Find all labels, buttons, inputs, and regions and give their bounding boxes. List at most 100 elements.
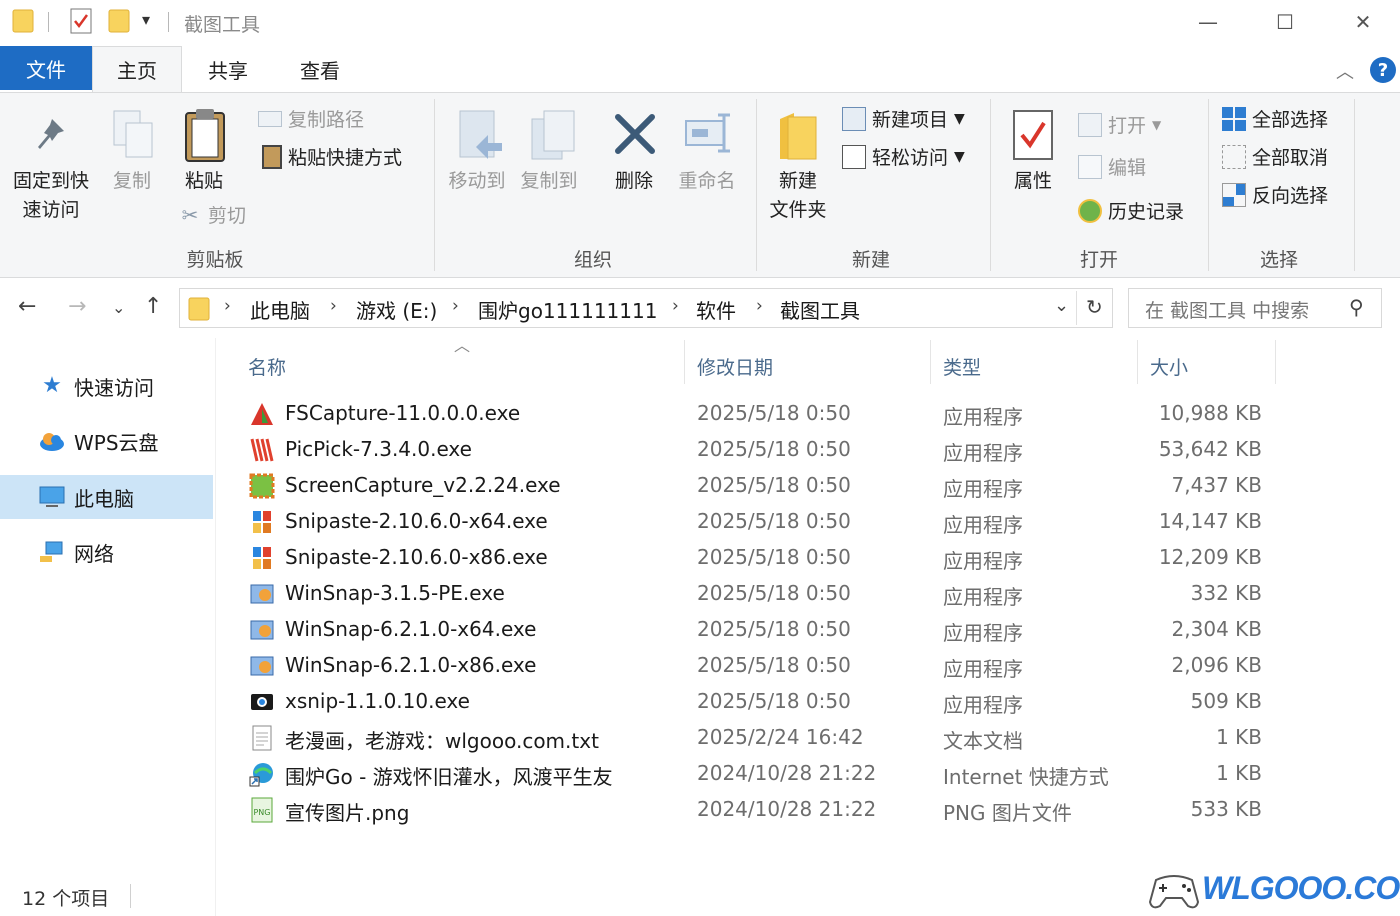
minimize-button[interactable]: — [1185,6,1231,38]
delete-button[interactable]: 删除 [610,167,658,196]
edit-label: 编辑 [1108,157,1147,179]
file-modified-date: 2024/10/28 21:22 [697,797,877,821]
breadcrumb-this-pc[interactable]: 此电脑 [250,295,310,324]
file-type: 应用程序 [943,621,1023,645]
pin-to-quick-access-button[interactable]: 固定到快 速访问 [6,167,96,225]
file-modified-date: 2025/5/18 0:50 [697,545,851,569]
breadcrumb-chevron-icon[interactable]: › [672,296,679,316]
back-arrow-icon[interactable]: ← [18,294,36,319]
navigation-bar: ← → ⌄ ↑ › 此电脑 › 游戏 (E:) › 围炉go111111111 … [0,280,1400,336]
folder-icon[interactable] [12,8,34,34]
navpane-item-network[interactable]: 网络 [0,530,213,574]
file-row[interactable]: WinSnap-6.2.1.0-x64.exe 2025/5/18 0:50 应用程… [240,612,1276,648]
file-name: PicPick-7.3.4.0.exe [285,437,472,461]
search-icon[interactable]: ⚲ [1349,295,1364,319]
dropdown-chevron-icon: ▼ [1152,117,1162,132]
recent-locations-chevron-icon[interactable]: ⌄ [112,298,125,317]
navpane-item-this-pc[interactable]: 此电脑 [0,475,213,519]
collapse-ribbon-chevron-icon[interactable]: ︿ [1336,58,1354,84]
tab-view[interactable]: 查看 [276,46,364,92]
copy-path-button[interactable]: 复制路径 [258,105,364,132]
cut-button[interactable]: ✂ 剪切 [178,201,246,228]
forward-arrow-icon[interactable]: → [68,294,86,319]
select-all-label: 全部选择 [1252,109,1329,131]
file-row[interactable]: PNG 宣传图片.png 2024/10/28 21:22 PNG 图片文件 533 K… [240,792,1276,828]
navpane-item-wps-cloud[interactable]: WPS云盘 [0,419,213,463]
file-row[interactable]: FSCapture-11.0.0.0.exe 2025/5/18 0:50 应用程序… [240,396,1276,432]
breadcrumb-chevron-icon[interactable]: › [224,296,231,316]
star-icon: ★ [42,373,62,398]
column-header-name[interactable]: 名称 [248,346,286,386]
new-item-button[interactable]: 新建项目 ▼ [842,105,965,132]
select-all-button[interactable]: 全部选择 [1222,105,1328,132]
easy-access-button[interactable]: 轻松访问 ▼ [842,143,965,170]
refresh-icon[interactable]: ↻ [1086,295,1103,319]
breadcrumb-drive-e[interactable]: 游戏 (E:) [356,295,437,324]
watermark-logo: WLGOOO.COM [1146,846,1400,916]
move-to-icon [459,110,502,159]
help-icon[interactable]: ? [1370,57,1396,83]
address-dropdown-chevron-icon[interactable]: ⌄ [1054,295,1069,316]
file-row[interactable]: 老漫画，老游戏：wlgooo.com.txt 2025/2/24 16:42 文本文… [240,720,1276,756]
tab-share[interactable]: 共享 [184,46,272,92]
copy-to-button[interactable]: 复制到 [516,167,582,196]
close-button[interactable]: ✕ [1340,6,1386,38]
breadcrumb-chevron-icon[interactable]: › [452,296,459,316]
breadcrumb-folder[interactable]: 围炉go111111111 [478,295,657,324]
open-button[interactable]: 打开 ▼ [1078,111,1161,138]
new-group-label: 新建 [851,249,890,271]
navpane-item-quick-access[interactable]: ★ 快速访问 [0,364,213,408]
customize-toolbar-chevron-icon[interactable]: ▾ [142,10,150,29]
invert-selection-icon [1222,182,1246,207]
edit-button[interactable]: 编辑 [1078,153,1146,180]
file-type: 应用程序 [943,549,1023,573]
file-row[interactable]: Snipaste-2.10.6.0-x86.exe 2025/5/18 0:50 应… [240,540,1276,576]
paste-button[interactable]: 粘贴 [178,167,230,196]
file-row[interactable]: 围炉Go - 游戏怀旧灌水，风渡平生友 2024/10/28 21:22 Inter… [240,756,1276,792]
maximize-button[interactable]: ☐ [1262,6,1308,38]
history-button[interactable]: 历史记录 [1078,197,1184,224]
select-none-button[interactable]: 全部取消 [1222,143,1328,170]
column-header-date[interactable]: 修改日期 [697,346,773,386]
text-file-icon [249,725,275,751]
properties-button[interactable]: 属性 [1006,167,1060,196]
ribbon: 固定到快 速访问 复制 粘贴 复制路径 粘贴快捷方式 ✂ 剪切 剪贴板 移动到 复… [0,92,1400,278]
paste-shortcut-button[interactable]: 粘贴快捷方式 [262,143,402,170]
tab-file[interactable]: 文件 [0,46,92,90]
copy-button[interactable]: 复制 [106,167,158,196]
file-row[interactable]: Snipaste-2.10.6.0-x64.exe 2025/5/18 0:50 应… [240,504,1276,540]
column-divider[interactable] [684,340,685,384]
rename-button[interactable]: 重命名 [674,167,740,196]
file-size: 533 KB [1190,797,1262,821]
new-folder-button[interactable]: 新建 文件夹 [762,167,834,225]
column-divider[interactable] [930,340,931,384]
file-row[interactable]: ScreenCapture_v2.2.24.exe 2025/5/18 0:50 应… [240,468,1276,504]
file-row[interactable]: PicPick-7.3.4.0.exe 2025/5/18 0:50 应用程序 53,… [240,432,1276,468]
file-row[interactable]: WinSnap-6.2.1.0-x86.exe 2025/5/18 0:50 应用程… [240,648,1276,684]
file-size: 1 KB [1216,761,1262,785]
new-folder-icon[interactable] [108,8,130,34]
move-to-button[interactable]: 移动到 [444,167,510,196]
column-divider[interactable] [1275,340,1276,384]
select-none-label: 全部取消 [1252,147,1329,169]
invert-selection-button[interactable]: 反向选择 [1222,181,1328,208]
column-divider[interactable] [1137,340,1138,384]
breadcrumb-chevron-icon[interactable]: › [756,296,763,316]
address-bar[interactable]: › 此电脑 › 游戏 (E:) › 围炉go111111111 › 软件 › 截… [179,288,1113,328]
navpane-label: 快速访问 [74,375,154,400]
column-header-type[interactable]: 类型 [943,346,981,386]
column-header-size[interactable]: 大小 [1150,346,1188,386]
file-modified-date: 2025/5/18 0:50 [697,437,851,461]
tab-home[interactable]: 主页 [92,46,182,92]
file-row[interactable]: xsnip-1.1.0.10.exe 2025/5/18 0:50 应用程序 509 … [240,684,1276,720]
folder-icon [188,297,210,321]
new-item-icon [842,106,866,131]
breadcrumb-chevron-icon[interactable]: › [330,296,337,316]
file-row[interactable]: WinSnap-3.1.5-PE.exe 2025/5/18 0:50 应用程序 33… [240,576,1276,612]
search-box[interactable]: 在 截图工具 中搜索 ⚲ [1128,288,1382,328]
breadcrumb-current[interactable]: 截图工具 [780,295,860,324]
up-arrow-icon[interactable]: ↑ [144,294,162,319]
file-size: 10,988 KB [1158,401,1262,425]
properties-icon[interactable] [70,8,92,34]
breadcrumb-software[interactable]: 软件 [696,295,736,324]
